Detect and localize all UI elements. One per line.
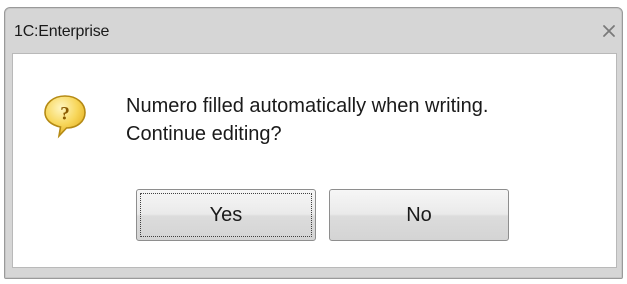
question-balloon-icon: ? xyxy=(42,93,88,139)
title-bar[interactable]: 1C:Enterprise xyxy=(5,8,622,53)
dialog-window: 1C:Enterprise ? Numero filled automatica… xyxy=(4,7,623,279)
message-line-1: Numero filled automatically when writing… xyxy=(126,95,489,117)
dialog-body: ? Numero filled automatically when writi… xyxy=(12,53,617,268)
dialog-title: 1C:Enterprise xyxy=(14,23,110,40)
dialog-message: Numero filled automatically when writing… xyxy=(126,92,488,148)
svg-text:?: ? xyxy=(60,104,70,125)
no-button[interactable]: No xyxy=(329,189,509,241)
message-line-2: Continue editing? xyxy=(126,123,282,145)
yes-button[interactable]: Yes xyxy=(136,189,316,241)
close-icon[interactable] xyxy=(598,20,620,42)
